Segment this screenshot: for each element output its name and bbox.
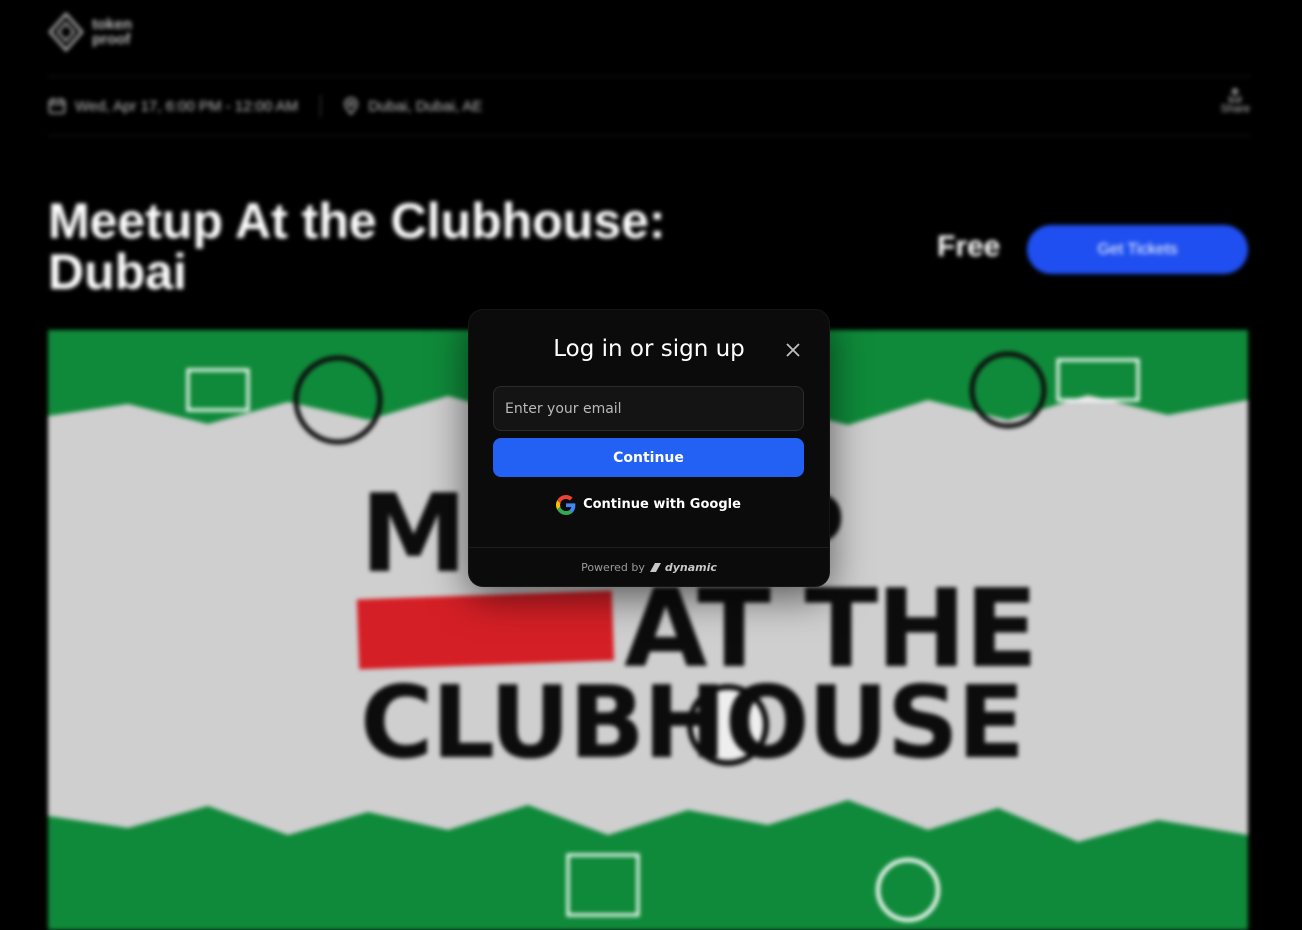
powered-by-text: Powered by [581,560,645,574]
event-info-bar: Wed, Apr 17, 6:00 PM - 12:00 AM Dubai, D… [48,76,1250,136]
calendar-icon [48,98,66,114]
map-pin-icon [344,97,358,115]
logo-text-line2: proof [92,31,131,48]
share-icon [1229,87,1242,102]
continue-with-google-button[interactable]: Continue with Google [493,485,804,524]
logo-text-line1: token [92,16,133,33]
event-datetime: Wed, Apr 17, 6:00 PM - 12:00 AM [48,97,298,115]
event-location-text: Dubai, Dubai, AE [368,97,483,115]
event-location[interactable]: Dubai, Dubai, AE [343,97,482,115]
logo-mark-icon [48,12,84,52]
modal-title: Log in or sign up [553,336,745,362]
email-input[interactable] [493,386,804,431]
dynamic-logo-icon [649,562,661,572]
google-button-label: Continue with Google [583,497,741,512]
modal-footer: Powered by dynamic [469,547,829,586]
get-tickets-button[interactable]: Get Tickets [1027,225,1248,274]
event-title: Meetup At the Clubhouse: Dubai [48,193,666,300]
login-modal: Log in or sign up Continue Continue with… [469,310,829,586]
share-label: Share [1220,103,1250,115]
dynamic-brand-label: dynamic [664,560,717,574]
logo-text: token proof [92,17,132,47]
ticket-price: Free [937,230,1001,263]
continue-button[interactable]: Continue [493,438,804,477]
site-logo[interactable]: token proof [48,12,132,52]
share-button[interactable]: Share [1221,87,1250,115]
event-datetime-text: Wed, Apr 17, 6:00 PM - 12:00 AM [75,97,299,115]
close-button[interactable] [783,340,803,360]
dynamic-brand[interactable]: dynamic [649,561,717,574]
close-icon [786,343,800,357]
poster-line-3: CLUBHOUSE [360,664,1025,781]
divider [320,95,322,117]
google-icon [556,494,576,515]
